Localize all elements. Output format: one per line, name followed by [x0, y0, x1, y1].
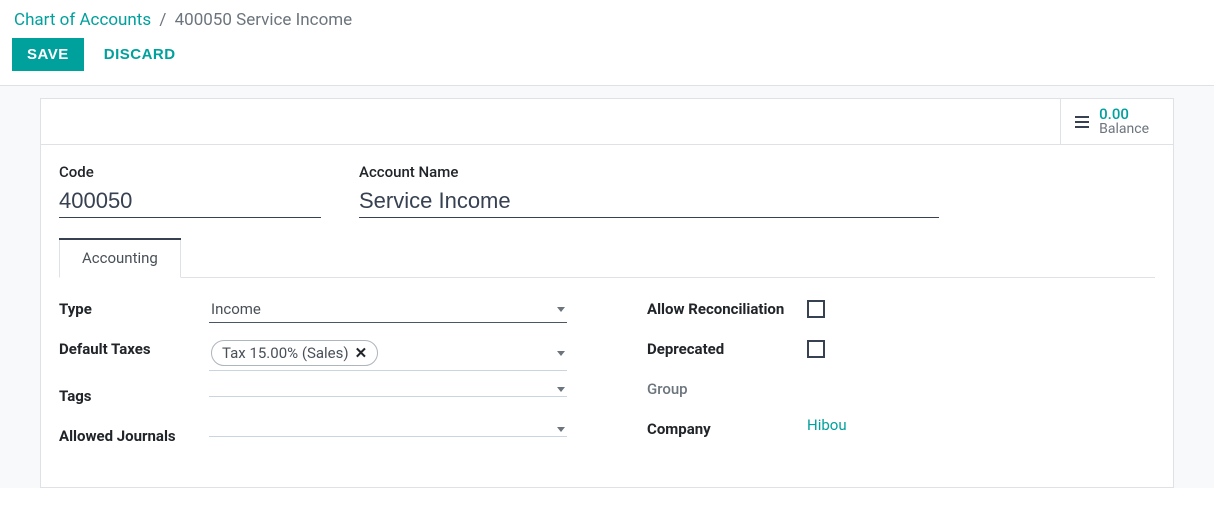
breadcrumb: Chart of Accounts / 400050 Service Incom… — [0, 0, 1214, 38]
company-label: Company — [647, 416, 807, 438]
type-value: Income — [211, 300, 261, 318]
form-sheet: 0.00 Balance Code Account Name Accountin… — [40, 98, 1174, 488]
tax-tag: Tax 15.00% (Sales) ✕ — [211, 340, 378, 366]
list-icon — [1075, 116, 1089, 128]
chevron-down-icon — [557, 387, 565, 392]
allowed-journals-label: Allowed Journals — [59, 423, 209, 445]
breadcrumb-current: 400050 Service Income — [175, 10, 353, 30]
chevron-down-icon — [557, 351, 565, 356]
chevron-down-icon — [557, 427, 565, 432]
chevron-down-icon — [557, 307, 565, 312]
tags-label: Tags — [59, 383, 209, 405]
breadcrumb-sep: / — [159, 10, 166, 30]
allow-reconciliation-checkbox[interactable] — [807, 300, 825, 318]
type-label: Type — [59, 296, 209, 318]
code-input[interactable] — [59, 185, 321, 218]
balance-value: 0.00 — [1099, 106, 1149, 123]
account-name-input[interactable] — [359, 185, 939, 218]
stat-row: 0.00 Balance — [41, 99, 1173, 145]
balance-label: Balance — [1099, 122, 1149, 137]
action-bar: SAVE DISCARD — [0, 38, 1214, 85]
group-label: Group — [647, 376, 807, 398]
close-icon[interactable]: ✕ — [355, 344, 368, 362]
balance-stat-button[interactable]: 0.00 Balance — [1060, 99, 1173, 144]
type-select[interactable]: Income — [209, 296, 567, 323]
tax-tag-text: Tax 15.00% (Sales) — [222, 344, 349, 362]
save-button[interactable]: SAVE — [12, 38, 84, 71]
allow-reconciliation-label: Allow Reconciliation — [647, 296, 807, 318]
discard-button[interactable]: DISCARD — [100, 39, 180, 70]
breadcrumb-parent[interactable]: Chart of Accounts — [14, 10, 151, 30]
allowed-journals-select[interactable] — [209, 423, 567, 437]
company-link[interactable]: Hibou — [807, 416, 847, 434]
default-taxes-select[interactable]: Tax 15.00% (Sales) ✕ — [209, 336, 567, 371]
deprecated-label: Deprecated — [647, 336, 807, 358]
default-taxes-label: Default Taxes — [59, 336, 209, 358]
tags-select[interactable] — [209, 383, 567, 397]
code-label: Code — [59, 163, 321, 181]
account-name-label: Account Name — [359, 163, 939, 181]
content-area: 0.00 Balance Code Account Name Accountin… — [0, 85, 1214, 488]
deprecated-checkbox[interactable] — [807, 340, 825, 358]
tab-accounting[interactable]: Accounting — [59, 238, 181, 278]
tabs: Accounting — [59, 238, 1155, 278]
